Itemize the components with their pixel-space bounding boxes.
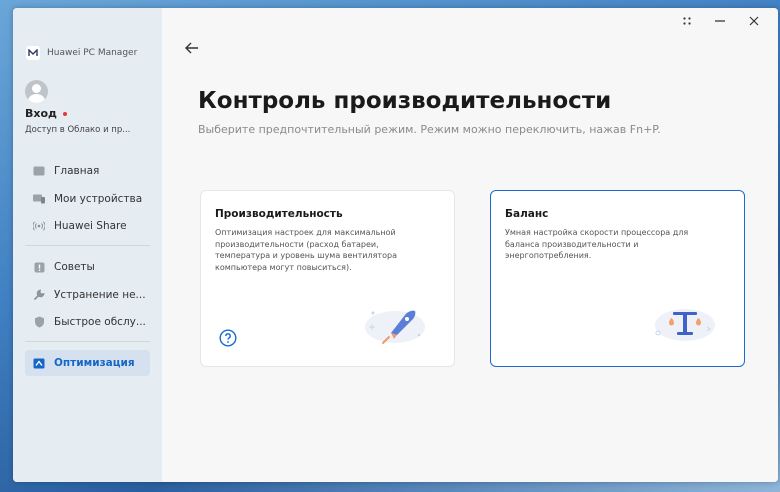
sidebar-item-huawei-share[interactable]: Huawei Share — [25, 213, 150, 239]
nav-primary: Главная Мои устройства Huawei Share Сове — [25, 158, 150, 378]
performance-mode-card[interactable]: Производительность Оптимизация настроек … — [200, 190, 455, 367]
close-button[interactable] — [745, 14, 763, 28]
grid-dots-icon — [683, 17, 691, 25]
avatar[interactable] — [25, 80, 48, 103]
minimize-icon — [715, 20, 725, 22]
card-title: Производительность — [215, 208, 343, 220]
optimization-icon — [33, 357, 45, 369]
sidebar-item-label: Советы — [54, 261, 95, 274]
card-description: Умная настройка скорости процессора для … — [505, 228, 689, 260]
sidebar-item-optimization[interactable]: Оптимизация — [25, 350, 150, 377]
devices-icon — [33, 193, 45, 205]
sidebar-item-label: Главная — [54, 165, 100, 177]
close-icon — [749, 16, 759, 26]
balance-scale-illustration-icon — [655, 309, 715, 341]
rocket-illustration-icon — [365, 310, 425, 344]
login-link[interactable]: Вход — [25, 107, 67, 120]
back-arrow-icon — [185, 42, 198, 54]
sidebar-item-label: Оптимизация — [54, 357, 135, 370]
app-header: Huawei PC Manager — [26, 46, 137, 60]
nav-divider — [25, 245, 150, 247]
app-title: Huawei PC Manager — [47, 48, 138, 58]
sidebar-item-label: Быстрое обслу... — [54, 316, 146, 329]
sidebar-item-troubleshoot[interactable]: Устранение не... — [25, 282, 150, 308]
sidebar-item-home[interactable]: Главная — [25, 158, 150, 184]
share-signal-icon — [33, 220, 45, 232]
page-title: Контроль производительности — [198, 88, 612, 114]
minimize-button[interactable] — [711, 14, 729, 28]
login-label: Вход — [25, 107, 57, 120]
home-laptop-icon — [33, 165, 45, 177]
card-title: Баланс — [505, 208, 549, 220]
app-window: Huawei PC Manager Вход Доступ в Облако и… — [13, 8, 778, 482]
account-subtitle: Доступ в Облако и пр... — [25, 125, 131, 135]
sidebar-item-label: Устранение не... — [54, 288, 146, 301]
main-content: Контроль производительности Выберите пре… — [162, 8, 778, 482]
sidebar-item-label: Huawei Share — [54, 220, 127, 233]
huawei-pc-manager-logo-icon — [26, 46, 40, 60]
nav-divider — [25, 341, 150, 343]
sidebar-item-devices[interactable]: Мои устройства — [25, 186, 150, 212]
sidebar-item-tips[interactable]: Советы — [25, 254, 150, 280]
tips-icon — [33, 261, 45, 273]
notification-dot — [62, 111, 67, 116]
shield-icon — [33, 316, 45, 328]
sidebar: Huawei PC Manager Вход Доступ в Облако и… — [13, 8, 162, 482]
sidebar-item-service[interactable]: Быстрое обслу... — [25, 309, 150, 335]
window-menu-button[interactable] — [678, 14, 696, 28]
sidebar-item-label: Мои устройства — [54, 192, 143, 205]
card-description: Оптимизация настроек для максимальной пр… — [215, 228, 397, 272]
wrench-icon — [33, 289, 45, 301]
help-icon[interactable] — [219, 329, 237, 347]
back-button[interactable] — [184, 40, 200, 56]
page-subtitle: Выберите предпочтительный режим. Режим м… — [198, 123, 661, 136]
balance-mode-card[interactable]: Баланс Умная настройка скорости процессо… — [490, 190, 745, 367]
